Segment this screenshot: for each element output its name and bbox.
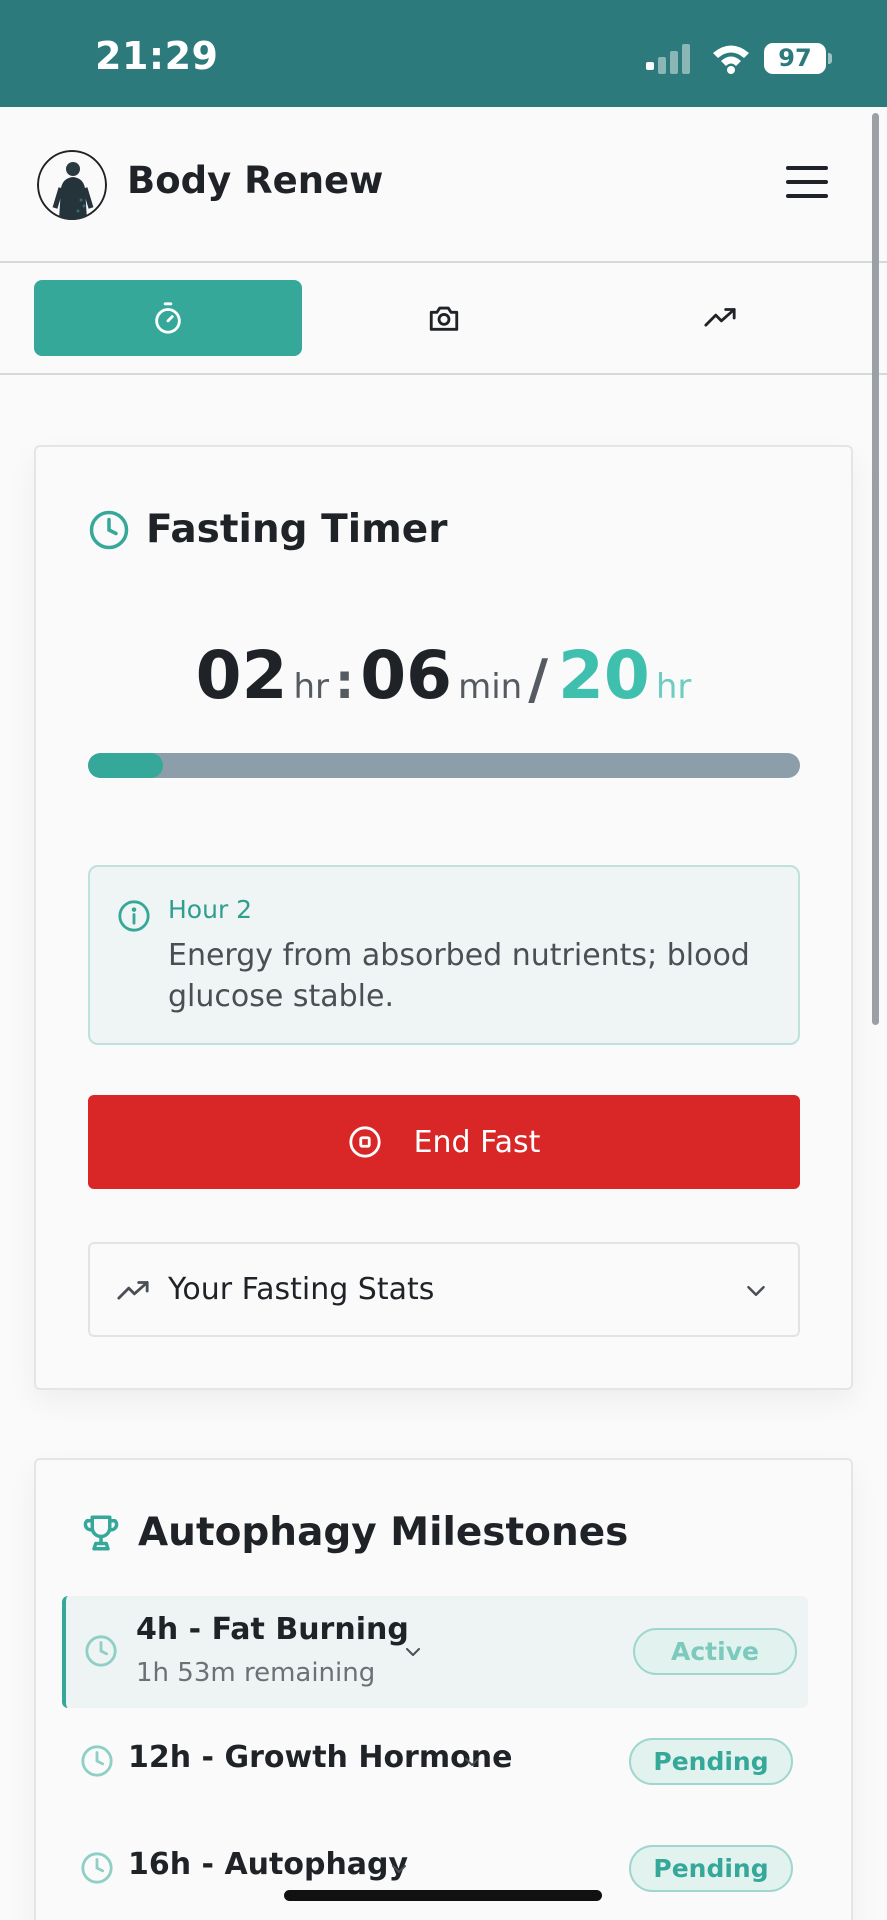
battery-tip (828, 53, 832, 64)
milestones-title-row: Autophagy Milestones (80, 1510, 628, 1555)
wifi-icon (713, 45, 749, 74)
milestone-title: 12h - Growth Hormone (128, 1740, 513, 1775)
phase-title: Hour 2 (168, 895, 253, 924)
fasting-progress-bar (88, 753, 800, 778)
milestone-title: 16h - Autophagy (128, 1847, 409, 1882)
end-fast-label: End Fast (413, 1124, 541, 1160)
elapsed-hours: 02 (195, 637, 288, 714)
timer-display: 02 hr:06 min/20 hr (36, 637, 851, 714)
phase-description: Energy from absorbed nutrients; blood gl… (168, 938, 750, 1014)
chevron-down-icon (406, 1648, 420, 1656)
app-title: Body Renew (127, 159, 384, 202)
scrollbar[interactable] (872, 113, 879, 1025)
status-badge: Pending (629, 1845, 793, 1892)
app-header: Body Renew (0, 107, 887, 263)
trophy-icon (83, 1515, 119, 1550)
goal-separator: / (528, 648, 548, 711)
camera-icon (429, 306, 459, 331)
fasting-stats-toggle[interactable]: Your Fasting Stats (88, 1242, 800, 1337)
stopwatch-icon (155, 302, 181, 334)
milestone-title: 4h - Fat Burning (136, 1612, 409, 1647)
clock-icon (81, 1745, 113, 1777)
milestone-subtitle: 1h 53m remaining (136, 1658, 376, 1688)
milestone-row[interactable]: 16h - Autophagy Pending (62, 1825, 808, 1920)
status-badge: Active (633, 1628, 797, 1675)
end-fast-button[interactable]: End Fast (88, 1095, 800, 1189)
goal-hours: 20 (557, 637, 650, 714)
time-separator: : (335, 654, 355, 710)
milestones-title: Autophagy Milestones (138, 1510, 629, 1555)
fasting-stats-label: Your Fasting Stats (168, 1272, 435, 1307)
milestone-row[interactable]: 12h - Growth Hormone Pending (62, 1718, 808, 1818)
clock-icon (85, 1635, 117, 1667)
app-logo (37, 150, 107, 220)
chevron-down-icon (392, 1865, 406, 1873)
info-icon (118, 900, 150, 932)
milestone-row[interactable]: 4h - Fat Burning 1h 53m remaining Active (62, 1596, 808, 1708)
hours-unit: hr (293, 667, 330, 707)
phase-info-box: Hour 2 Energy from absorbed nutrients; b… (88, 865, 800, 1045)
trending-up-icon (117, 1281, 149, 1300)
milestones-card: Autophagy Milestones 4h - Fat Burning 1h… (34, 1458, 853, 1920)
trending-up-icon (704, 308, 736, 327)
cellular-signal-icon (646, 44, 690, 74)
hamburger-menu-icon[interactable] (786, 166, 828, 202)
status-time: 21:29 (95, 34, 219, 78)
stop-circle-icon (348, 1126, 381, 1158)
goal-unit: hr (655, 667, 692, 707)
battery-level: 97 (764, 43, 826, 74)
timer-title-row: Fasting Timer (88, 507, 447, 552)
timer-title: Fasting Timer (146, 507, 448, 552)
fasting-progress-fill (88, 753, 163, 778)
status-badge: Pending (629, 1738, 793, 1785)
clock-icon (89, 510, 129, 549)
elapsed-minutes: 06 (360, 637, 453, 714)
status-bar: 21:29 97 (0, 0, 887, 107)
minutes-unit: min (458, 667, 523, 707)
tab-progress[interactable] (586, 280, 854, 356)
home-indicator[interactable] (284, 1890, 602, 1901)
chevron-down-icon (747, 1286, 765, 1296)
tab-photos[interactable] (310, 280, 578, 356)
chevron-down-icon (465, 1758, 479, 1766)
tab-timer[interactable] (34, 280, 302, 356)
tab-bar (0, 263, 887, 375)
clock-icon (81, 1852, 113, 1884)
fasting-timer-card: Fasting Timer 02 hr:06 min/20 hr Hour 2 Ene… (34, 445, 853, 1390)
